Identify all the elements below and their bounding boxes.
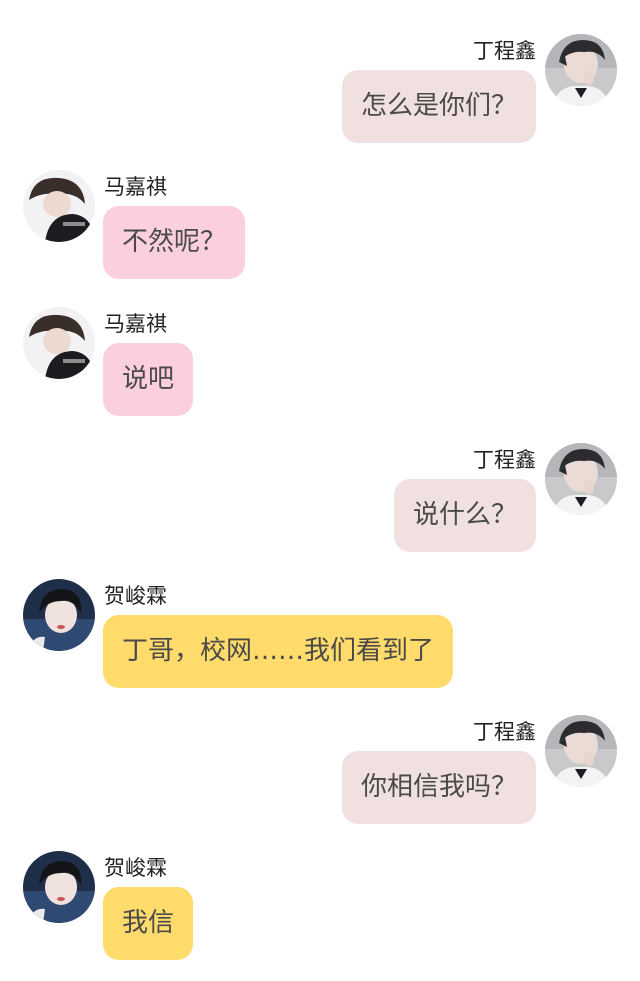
chat-message: 马嘉祺 不然呢？	[0, 170, 640, 290]
sender-name: 丁程鑫	[473, 39, 536, 63]
chat-message: 贺峻霖 丁哥，校网……我们看到了	[0, 579, 640, 699]
avatar[interactable]	[545, 715, 617, 787]
sender-name: 马嘉祺	[104, 175, 167, 199]
message-bubble[interactable]: 我信	[103, 887, 194, 960]
sender-name: 贺峻霖	[104, 856, 167, 880]
chat-message: 丁程鑫 说什么？	[0, 443, 640, 563]
sender-name: 丁程鑫	[473, 720, 536, 744]
message-bubble[interactable]: 说什么？	[393, 479, 536, 552]
avatar[interactable]	[23, 307, 95, 379]
message-bubble[interactable]: 丁哥，校网……我们看到了	[103, 615, 454, 688]
avatar[interactable]	[23, 851, 95, 923]
sender-name: 丁程鑫	[473, 448, 536, 472]
avatar[interactable]	[545, 443, 617, 515]
chat-message: 丁程鑫 怎么是你们？	[0, 34, 640, 154]
message-bubble[interactable]: 怎么是你们？	[341, 70, 536, 143]
chat-message: 贺峻霖 我信	[0, 851, 640, 971]
message-bubble[interactable]: 你相信我吗？	[341, 751, 536, 824]
message-bubble[interactable]: 不然呢？	[103, 206, 246, 279]
chat-message: 马嘉祺 说吧	[0, 307, 640, 427]
avatar[interactable]	[23, 170, 95, 242]
message-bubble[interactable]: 说吧	[103, 343, 194, 416]
chat-message: 丁程鑫 你相信我吗？	[0, 715, 640, 835]
avatar[interactable]	[545, 34, 617, 106]
sender-name: 马嘉祺	[104, 312, 167, 336]
sender-name: 贺峻霖	[104, 584, 167, 608]
avatar[interactable]	[23, 579, 95, 651]
